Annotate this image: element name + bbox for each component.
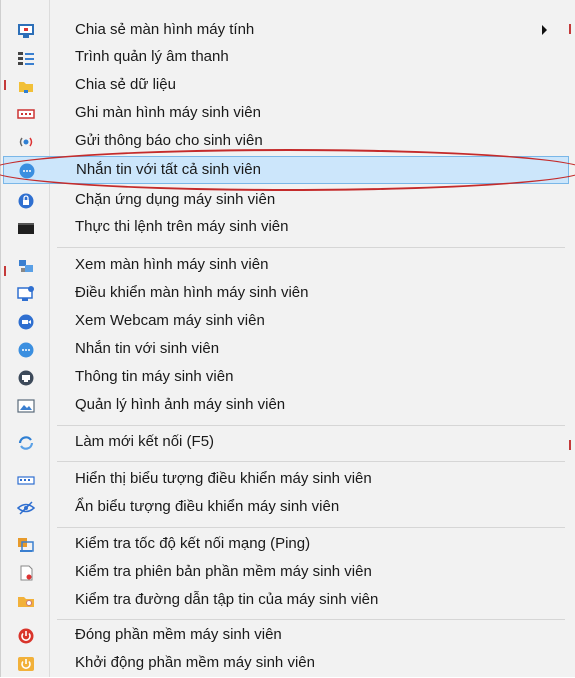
menu-item-ping-test[interactable]: Kiểm tra tốc độ kết nối mạng (Ping) bbox=[3, 531, 569, 559]
menu-item-label: Kiểm tra tốc độ kết nối mạng (Ping) bbox=[75, 535, 311, 552]
edge-mark bbox=[4, 80, 6, 90]
edge-mark bbox=[569, 440, 571, 450]
menu-item-label: Gửi thông báo cho sinh viên bbox=[75, 132, 263, 149]
menu-item-close-software[interactable]: Đóng phần mềm máy sinh viên bbox=[3, 622, 569, 650]
menu-item-audio-manager[interactable]: Trình quản lý âm thanh bbox=[3, 44, 569, 72]
menu-item-image-manager[interactable]: Quản lý hình ảnh máy sinh viên bbox=[3, 392, 569, 420]
menu-item-label: Nhắn tin với sinh viên bbox=[75, 340, 220, 357]
menu-item-start-software[interactable]: Khởi động phần mềm máy sinh viên bbox=[3, 650, 569, 678]
menu-item-hide-control-icon[interactable]: Ẩn biểu tượng điều khiển máy sinh viên bbox=[3, 494, 569, 522]
context-menu: Chia sẻ màn hình máy tính Trình quản lý … bbox=[0, 0, 575, 677]
menu-item-computer-info[interactable]: Thông tin máy sinh viên bbox=[3, 364, 569, 392]
chat-icon bbox=[18, 342, 34, 358]
menu-item-label: Nhắn tin với tất cả sinh viên bbox=[76, 161, 261, 178]
start-software-icon bbox=[18, 657, 34, 671]
computer-info-icon bbox=[18, 370, 34, 386]
menu-item-version-check[interactable]: Kiểm tra phiên bản phần mềm máy sinh viê… bbox=[3, 559, 569, 587]
menu-item-label: Khởi động phần mềm máy sinh viên bbox=[75, 654, 315, 671]
menu-item-label: Trình quản lý âm thanh bbox=[75, 48, 229, 65]
menu-separator bbox=[57, 619, 565, 620]
edge-mark bbox=[4, 266, 6, 276]
menu-separator bbox=[57, 247, 565, 248]
menu-item-label: Xem màn hình máy sinh viên bbox=[75, 256, 269, 273]
menu-item-execute-command[interactable]: Thực thi lệnh trên máy sinh viên bbox=[3, 214, 569, 242]
menu-item-message-all-students[interactable]: Nhắn tin với tất cả sinh viên bbox=[3, 156, 569, 184]
menu-item-data-share[interactable]: Chia sẻ dữ liệu bbox=[3, 72, 569, 100]
screen-record-icon bbox=[17, 109, 35, 119]
menu-item-label: Ẩn biểu tượng điều khiển máy sinh viên bbox=[75, 498, 340, 515]
menu-separator bbox=[57, 425, 565, 426]
chat-all-icon bbox=[19, 163, 35, 179]
image-manager-icon bbox=[17, 399, 35, 413]
menu-item-label: Chặn ứng dụng máy sinh viên bbox=[75, 191, 276, 208]
folder-path-icon bbox=[18, 597, 34, 607]
menu-item-view-webcam[interactable]: Xem Webcam máy sinh viên bbox=[3, 308, 569, 336]
terminal-icon bbox=[18, 223, 34, 234]
remote-control-icon bbox=[17, 286, 34, 301]
menu-item-view-screen[interactable]: Xem màn hình máy sinh viên bbox=[3, 252, 569, 280]
lock-app-icon bbox=[18, 193, 34, 209]
show-control-icon bbox=[17, 476, 35, 485]
menu-item-label: Ghi màn hình máy sinh viên bbox=[75, 104, 261, 121]
menu-separator bbox=[57, 527, 565, 528]
edge-mark bbox=[569, 24, 571, 34]
menu-item-message-student[interactable]: Nhắn tin với sinh viên bbox=[3, 336, 569, 364]
menu-item-label: Đóng phần mềm máy sinh viên bbox=[75, 626, 282, 643]
refresh-connection-icon bbox=[18, 436, 34, 450]
menu-item-send-notice[interactable]: Gửi thông báo cho sinh viên bbox=[3, 128, 569, 156]
menu-item-label: Kiểm tra đường dẫn tập tin của máy sinh … bbox=[75, 591, 379, 608]
ping-icon bbox=[18, 538, 34, 552]
menu-item-label: Thực thi lệnh trên máy sinh viên bbox=[75, 218, 289, 235]
menu-item-refresh-connection[interactable]: Làm mới kết nối (F5) bbox=[3, 429, 569, 457]
menu-separator bbox=[57, 461, 565, 462]
power-off-icon bbox=[18, 628, 34, 644]
menu-item-label: Thông tin máy sinh viên bbox=[75, 368, 234, 385]
menu-item-label: Làm mới kết nối (F5) bbox=[75, 433, 215, 450]
screen-share-icon bbox=[18, 24, 34, 38]
view-screen-icon bbox=[19, 260, 33, 272]
folder-share-icon bbox=[19, 82, 33, 93]
menu-item-block-apps[interactable]: Chặn ứng dụng máy sinh viên bbox=[3, 187, 569, 215]
broadcast-icon bbox=[19, 137, 33, 147]
menu-item-label: Hiển thị biểu tượng điều khiển máy sinh … bbox=[75, 470, 372, 487]
submenu-arrow-icon bbox=[542, 25, 547, 35]
menu-item-label: Xem Webcam máy sinh viên bbox=[75, 312, 265, 329]
menu-item-label: Quản lý hình ảnh máy sinh viên bbox=[75, 396, 286, 413]
webcam-icon bbox=[18, 314, 34, 330]
menu-item-label: Chia sẻ dữ liệu bbox=[75, 76, 176, 93]
menu-item-label: Chia sẻ màn hình máy tính bbox=[75, 21, 255, 38]
menu-item-label: Kiểm tra phiên bản phần mềm máy sinh viê… bbox=[75, 563, 372, 580]
menu-item-file-path-check[interactable]: Kiểm tra đường dẫn tập tin của máy sinh … bbox=[3, 587, 569, 615]
menu-item-label: Điều khiển màn hình máy sinh viên bbox=[75, 284, 309, 301]
version-check-icon bbox=[20, 565, 33, 581]
hide-control-icon bbox=[17, 501, 35, 515]
menu-item-remote-control[interactable]: Điều khiển màn hình máy sinh viên bbox=[3, 280, 569, 308]
menu-item-screen-share[interactable]: Chia sẻ màn hình máy tính bbox=[3, 17, 569, 45]
menu-item-show-control-icon[interactable]: Hiển thị biểu tượng điều khiển máy sinh … bbox=[3, 466, 569, 494]
menu-item-screen-record[interactable]: Ghi màn hình máy sinh viên bbox=[3, 100, 569, 128]
audio-manager-icon bbox=[18, 52, 34, 65]
